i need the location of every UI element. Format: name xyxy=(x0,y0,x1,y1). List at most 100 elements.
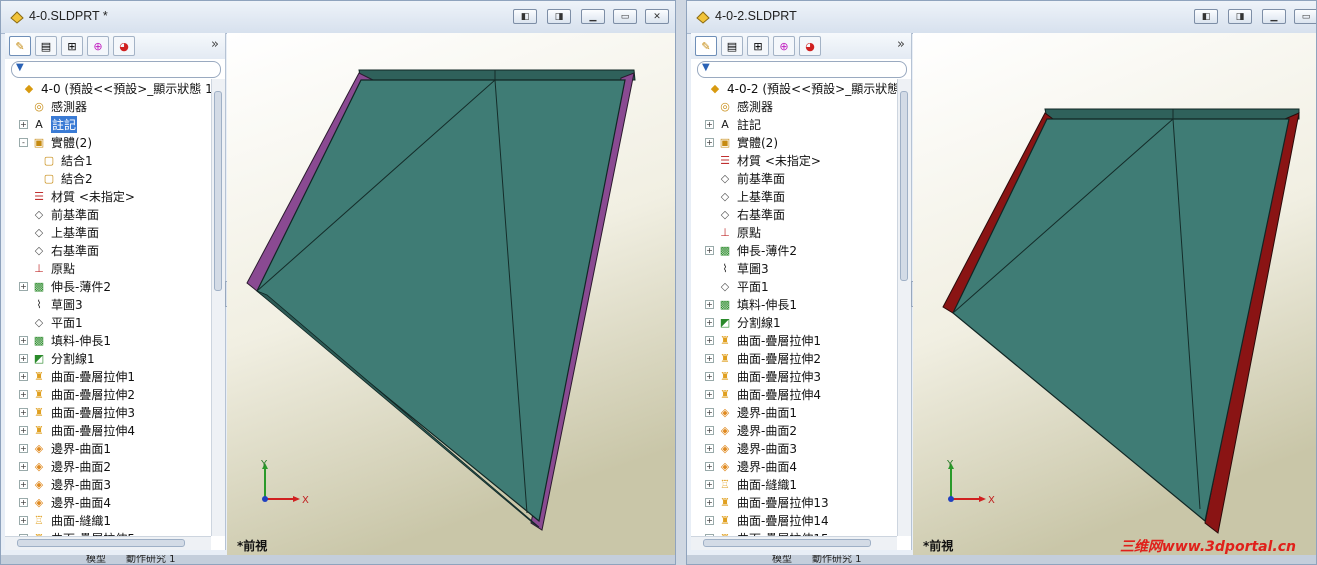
expand-toggle-icon[interactable]: + xyxy=(705,461,714,471)
tree-item[interactable]: + ▩ 伸長-薄件2 xyxy=(19,277,111,295)
tree-item[interactable]: + ♜ 曲面-疊層拉伸14 xyxy=(705,511,829,529)
tree-item[interactable]: ◇ 右基準面 xyxy=(705,205,785,223)
left-maximize-button[interactable]: ▭ xyxy=(613,9,637,24)
expand-toggle-icon[interactable]: + xyxy=(19,461,28,471)
left-tree-hscroll-thumb[interactable] xyxy=(17,539,185,547)
expand-toggle-icon[interactable]: + xyxy=(705,137,714,147)
tree-item[interactable]: +♜曲面-疊層拉伸15 xyxy=(705,529,829,536)
expand-toggle-icon[interactable]: + xyxy=(19,281,28,291)
tree-item[interactable]: + ◈ 邊界-曲面3 xyxy=(19,475,111,493)
right-model-view[interactable]: Y X xyxy=(913,33,1316,556)
left-dimxpert-tab[interactable]: ⊕ xyxy=(87,36,109,56)
collapse-toggle-icon[interactable]: - xyxy=(19,137,28,147)
tree-item[interactable]: + ♜ 曲面-疊層拉伸1 xyxy=(19,367,135,385)
expand-toggle-icon[interactable]: + xyxy=(19,497,28,507)
expand-toggle-icon[interactable]: + xyxy=(705,443,714,453)
right-motion-study-tab[interactable]: 動作研究 1 xyxy=(812,555,862,564)
left-model-tab[interactable]: 模型 xyxy=(86,555,106,564)
tree-item[interactable]: + ◩ 分割線1 xyxy=(705,313,781,331)
tree-item[interactable]: ▢ 結合1 xyxy=(29,151,93,169)
right-dimxpert-tab[interactable]: ⊕ xyxy=(773,36,795,56)
tree-item[interactable]: + A 註記 xyxy=(19,115,78,133)
tree-item[interactable]: ◆ 4-0 (預設<<預設>_顯示狀態 1>) xyxy=(9,79,211,97)
expand-toggle-icon[interactable]: + xyxy=(705,371,714,381)
expand-toggle-icon[interactable]: + xyxy=(705,335,714,345)
left-minimize-button[interactable]: ▁ xyxy=(581,9,605,24)
right-property-manager-tab[interactable]: ▤ xyxy=(721,36,743,56)
tree-item[interactable]: + ▩ 填料-伸長1 xyxy=(705,295,797,313)
left-property-manager-tab[interactable]: ▤ xyxy=(35,36,57,56)
expand-toggle-icon[interactable]: + xyxy=(19,515,28,525)
tree-item[interactable]: + ▩ 填料-伸長1 xyxy=(19,331,111,349)
left-tree-vertical-scrollbar[interactable] xyxy=(211,79,225,536)
tree-item[interactable]: ◎ 感測器 xyxy=(705,97,773,115)
tree-item[interactable]: + ♜ 曲面-疊層拉伸2 xyxy=(19,385,135,403)
tree-item[interactable]: + ◈ 邊界-曲面2 xyxy=(705,421,797,439)
tree-item[interactable]: + ♜ 曲面-疊層拉伸3 xyxy=(705,367,821,385)
tree-item[interactable]: ◇ 右基準面 xyxy=(19,241,99,259)
tree-item[interactable]: ◇ 平面1 xyxy=(19,313,83,331)
right-tree-vertical-scrollbar[interactable] xyxy=(897,79,911,536)
right-graphics-viewport[interactable]: Y X *前視 xyxy=(913,33,1316,556)
right-model-tab[interactable]: 模型 xyxy=(772,555,792,564)
tree-item[interactable]: + ♜ 曲面-疊層拉伸13 xyxy=(705,493,829,511)
expand-toggle-icon[interactable]: + xyxy=(19,353,28,363)
right-minimize-button[interactable]: ▁ xyxy=(1262,9,1286,24)
left-display-manager-tab[interactable]: ◕ xyxy=(113,36,135,56)
expand-toggle-icon[interactable]: + xyxy=(19,425,28,435)
left-tree-filter-input[interactable]: ▼ xyxy=(11,61,221,78)
tree-item[interactable]: ⌇ 草圖3 xyxy=(19,295,82,313)
expand-toggle-icon[interactable]: + xyxy=(19,407,28,417)
tree-item[interactable]: + ▣ 實體(2) xyxy=(705,133,778,151)
right-feature-manager-tab[interactable]: ✎ xyxy=(695,36,717,56)
tree-item[interactable]: + A 註記 xyxy=(705,115,761,133)
right-tree-scroll-thumb[interactable] xyxy=(900,91,908,281)
right-maximize-button[interactable]: ▭ xyxy=(1294,9,1316,24)
tree-item[interactable]: ◇ 上基準面 xyxy=(705,187,785,205)
tree-item[interactable]: + ◩ 分割線1 xyxy=(19,349,95,367)
tree-item[interactable]: +♜曲面-疊層拉伸5 xyxy=(19,529,135,536)
tree-item[interactable]: + ◈ 邊界-曲面1 xyxy=(19,439,111,457)
right-display-manager-tab[interactable]: ◕ xyxy=(799,36,821,56)
expand-toggle-icon[interactable]: + xyxy=(19,479,28,489)
left-close-button[interactable]: ✕ xyxy=(645,9,669,24)
tree-item[interactable]: + ◈ 邊界-曲面3 xyxy=(705,439,797,457)
tree-item[interactable]: + ♜ 曲面-疊層拉伸3 xyxy=(19,403,135,421)
left-model-view[interactable]: Y X xyxy=(227,33,675,556)
tree-item[interactable]: ◇ 前基準面 xyxy=(705,169,785,187)
expand-toggle-icon[interactable]: + xyxy=(705,353,714,363)
right-tree-filter-input[interactable]: ▼ xyxy=(697,61,907,78)
expand-toggle-icon[interactable]: + xyxy=(705,515,714,525)
left-tree-scroll-thumb[interactable] xyxy=(214,91,222,291)
expand-toggle-icon[interactable]: + xyxy=(705,425,714,435)
right-tree-horizontal-scrollbar[interactable] xyxy=(691,536,897,550)
tree-item[interactable]: + ♜ 曲面-疊層拉伸4 xyxy=(19,421,135,439)
tree-item[interactable]: ⊥ 原點 xyxy=(705,223,761,241)
tree-item[interactable]: + ♖ 曲面-縫織1 xyxy=(705,475,797,493)
tree-item[interactable]: ☰ 材質 <未指定> xyxy=(19,187,135,205)
expand-toggle-icon[interactable]: + xyxy=(705,245,714,255)
left-pane-left-button[interactable]: ◧ xyxy=(513,9,537,24)
expand-toggle-icon[interactable]: + xyxy=(19,443,28,453)
tree-item[interactable]: ⌇ 草圖3 xyxy=(705,259,768,277)
tree-item[interactable]: ◇ 上基準面 xyxy=(19,223,99,241)
left-motion-study-tab[interactable]: 動作研究 1 xyxy=(126,555,176,564)
expand-toggle-icon[interactable]: + xyxy=(705,497,714,507)
tree-item[interactable]: + ◈ 邊界-曲面4 xyxy=(705,457,797,475)
tree-item[interactable]: + ▩ 伸長-薄件2 xyxy=(705,241,797,259)
tree-item[interactable]: ◎ 感測器 xyxy=(19,97,87,115)
tree-item[interactable]: - ▣ 實體(2) xyxy=(19,133,92,151)
tree-item[interactable]: + ♜ 曲面-疊層拉伸2 xyxy=(705,349,821,367)
left-pane-right-button[interactable]: ◨ xyxy=(547,9,571,24)
expand-toggle-icon[interactable]: + xyxy=(19,335,28,345)
tree-item[interactable]: ▢ 結合2 xyxy=(29,169,93,187)
expand-toggle-icon[interactable]: + xyxy=(705,407,714,417)
expand-toggle-icon[interactable]: + xyxy=(19,371,28,381)
right-panel-more-icon[interactable]: » xyxy=(897,37,905,52)
tree-item[interactable]: ◇ 平面1 xyxy=(705,277,769,295)
right-pane-left-button[interactable]: ◧ xyxy=(1194,9,1218,24)
left-configuration-manager-tab[interactable]: ⊞ xyxy=(61,36,83,56)
left-feature-manager-tab[interactable]: ✎ xyxy=(9,36,31,56)
tree-item[interactable]: ◆ 4-0-2 (預設<<預設>_顯示狀態 1>) xyxy=(695,79,897,97)
tree-item[interactable]: ☰ 材質 <未指定> xyxy=(705,151,821,169)
